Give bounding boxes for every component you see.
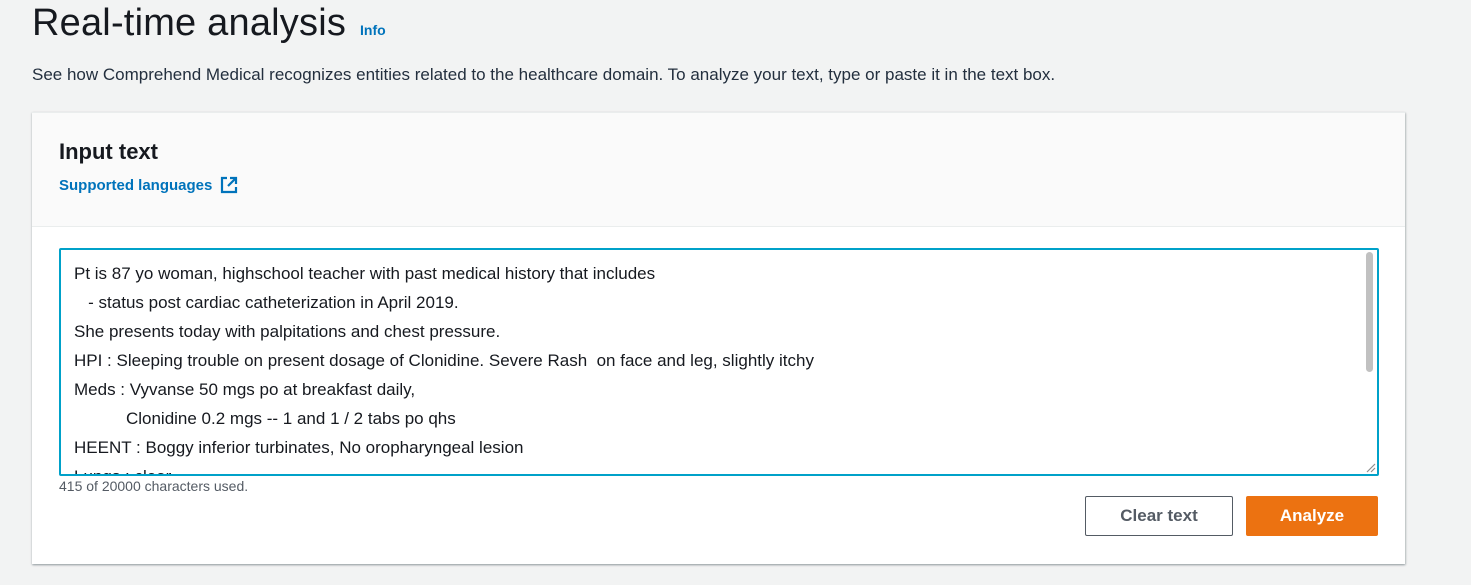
scrollbar-thumb[interactable] bbox=[1366, 252, 1373, 372]
text-line: HEENT : Boggy inferior turbinates, No or… bbox=[74, 438, 524, 457]
supported-languages-label: Supported languages bbox=[59, 176, 213, 194]
page: Real-time analysis Info See how Comprehe… bbox=[0, 0, 1471, 585]
input-textarea[interactable]: Pt is 87 yo woman, highschool teacher wi… bbox=[59, 248, 1379, 476]
clear-text-button[interactable]: Clear text bbox=[1085, 496, 1233, 536]
external-link-icon bbox=[221, 176, 238, 194]
title-row: Real-time analysis Info bbox=[32, 0, 386, 46]
text-line: Pt is 87 yo woman, highschool teacher wi… bbox=[74, 264, 656, 283]
text-line: Meds : Vyvanse 50 mgs po at breakfast da… bbox=[74, 380, 416, 399]
text-line: - status post cardiac catheterization in… bbox=[74, 293, 459, 312]
input-text-panel: Input text Supported languages Pt is 87 … bbox=[32, 112, 1405, 564]
page-description: See how Comprehend Medical recognizes en… bbox=[32, 65, 1056, 84]
analyze-button[interactable]: Analyze bbox=[1246, 496, 1378, 536]
text-line: Clonidine 0.2 mgs -- 1 and 1 / 2 tabs po… bbox=[74, 409, 456, 428]
text-line: Lungs : clear bbox=[74, 462, 1357, 474]
page-title: Real-time analysis bbox=[32, 2, 347, 44]
panel-title: Input text bbox=[59, 139, 158, 164]
panel-header: Input text Supported languages bbox=[32, 113, 1405, 227]
textarea-scrollbar[interactable] bbox=[1366, 252, 1373, 468]
info-link[interactable]: Info bbox=[360, 22, 386, 38]
supported-languages-link[interactable]: Supported languages bbox=[59, 175, 239, 195]
text-line: She presents today with palpitations and… bbox=[74, 322, 501, 341]
resize-handle-icon[interactable] bbox=[1364, 461, 1376, 473]
text-line: HPI : Sleeping trouble on present dosage… bbox=[74, 351, 814, 370]
textarea-content[interactable]: Pt is 87 yo woman, highschool teacher wi… bbox=[74, 259, 1357, 474]
character-count: 415 of 20000 characters used. bbox=[59, 478, 249, 494]
